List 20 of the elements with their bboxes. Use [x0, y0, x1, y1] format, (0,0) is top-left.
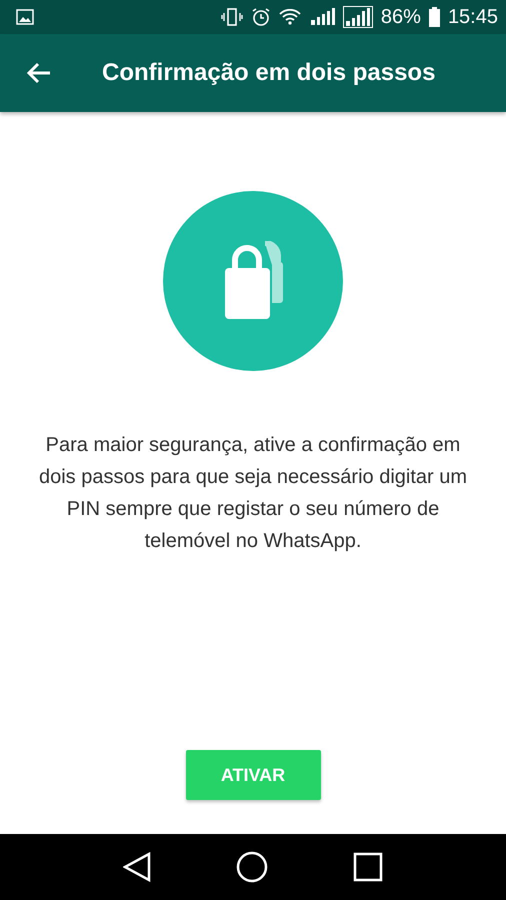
signal-icon	[342, 6, 373, 28]
back-arrow-icon	[26, 61, 52, 85]
screen-title: Confirmação em dois passos	[102, 59, 436, 87]
activate-button[interactable]: ATIVAR	[186, 750, 320, 800]
signal-icon	[308, 8, 335, 26]
circle-icon	[236, 851, 268, 883]
vibrate-icon	[220, 8, 243, 26]
battery-percentage: 86%	[380, 6, 421, 28]
home-nav-button[interactable]	[236, 851, 268, 883]
recents-nav-button[interactable]	[353, 852, 384, 882]
square-icon	[353, 852, 384, 882]
wifi-icon	[278, 9, 301, 25]
back-button[interactable]	[26, 61, 52, 85]
gallery-icon	[16, 9, 34, 25]
alarm-clock-icon	[250, 7, 271, 27]
battery-icon	[428, 7, 440, 27]
triangle-icon	[122, 852, 151, 882]
back-nav-button[interactable]	[122, 852, 151, 882]
clock-time: 15:45	[448, 6, 498, 28]
description-text: Para maior segurança, ative a confirmação em dois passos para que seja necessário digitar um PIN sempre que registar o seu número de telemóvel no WhatsApp.	[38, 433, 468, 554]
